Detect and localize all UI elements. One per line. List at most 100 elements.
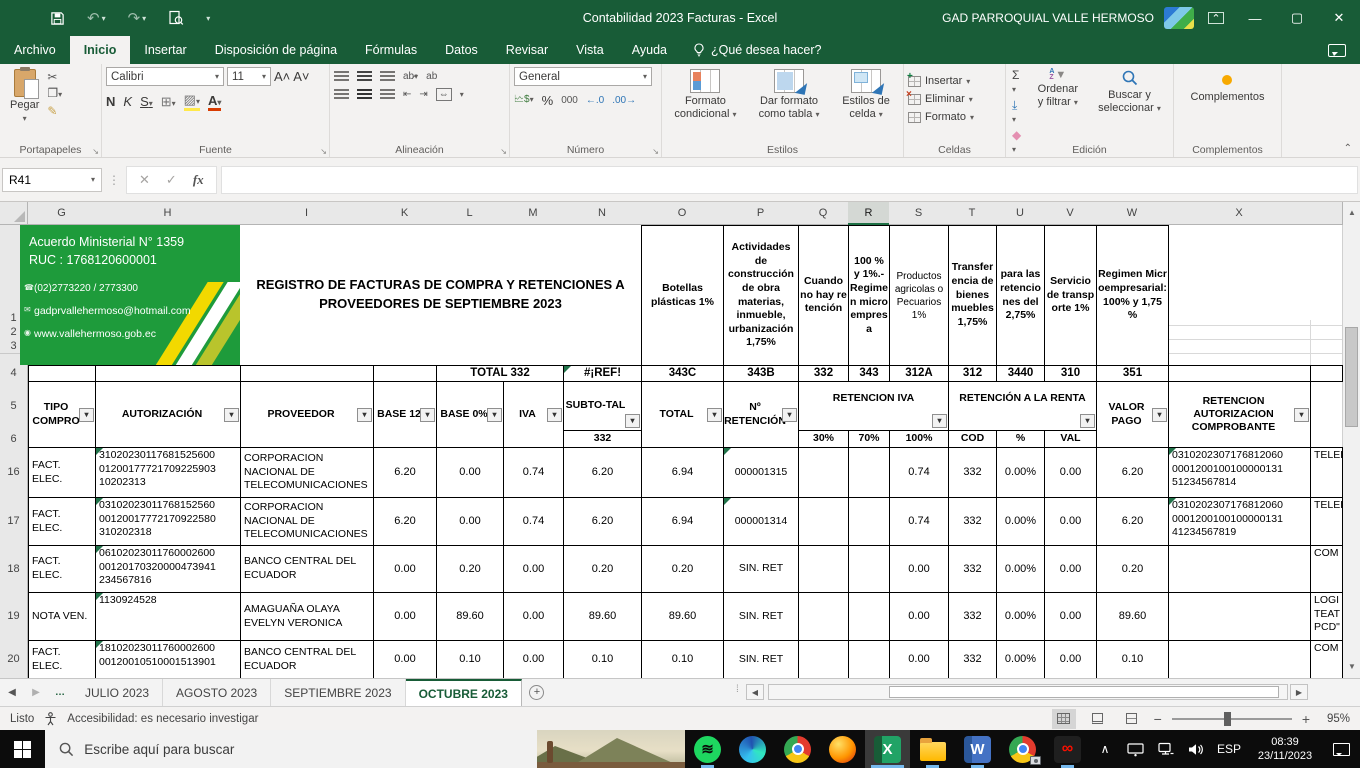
bold-button[interactable]: N bbox=[106, 94, 115, 109]
header-cell-O[interactable]: Botellas plásticas 1% bbox=[641, 225, 724, 366]
cell-N19[interactable]: 89.60 bbox=[563, 592, 642, 641]
cell-N4-ref-error[interactable]: #¡REF! bbox=[563, 365, 642, 382]
zoom-out-icon[interactable]: − bbox=[1154, 711, 1162, 727]
header-sub-pct[interactable]: % bbox=[996, 430, 1045, 448]
language-indicator[interactable]: ESP bbox=[1210, 742, 1248, 756]
cell-Q16[interactable] bbox=[798, 447, 849, 498]
cell-S4[interactable]: 312A bbox=[889, 365, 949, 382]
cell-Y4[interactable] bbox=[1310, 365, 1343, 382]
cell-L19[interactable]: 89.60 bbox=[436, 592, 504, 641]
decrease-decimal-icon[interactable]: .00→ bbox=[612, 95, 636, 106]
taskbar-edge[interactable] bbox=[730, 730, 775, 768]
header-p-label[interactable]: Nº RETENCIÓN▾ bbox=[723, 381, 799, 448]
save-icon[interactable] bbox=[50, 11, 65, 26]
header-i-label[interactable]: PROVEEDOR▾ bbox=[240, 381, 374, 448]
tell-me-search[interactable]: ¿Qué desea hacer? bbox=[681, 36, 834, 64]
tab-revisar[interactable]: Revisar bbox=[492, 36, 562, 64]
cancel-formula-icon[interactable]: ✕ bbox=[139, 172, 150, 188]
fill-color-icon[interactable]: ▨▾ bbox=[184, 92, 200, 111]
header-sub-cod[interactable]: COD bbox=[948, 430, 997, 448]
next-sheet-icon[interactable]: ▶ bbox=[24, 679, 48, 706]
cell-N20[interactable]: 0.10 bbox=[563, 640, 642, 678]
conditional-formatting-button[interactable]: Formato condicional ▾ bbox=[666, 67, 745, 141]
cell-S20[interactable]: 0.00 bbox=[889, 640, 949, 678]
horizontal-scrollbar-thumb[interactable] bbox=[889, 686, 1279, 698]
name-box[interactable]: R41▾ bbox=[2, 168, 102, 192]
header-l-filter-icon[interactable]: ▾ bbox=[487, 408, 502, 422]
cell-R19[interactable] bbox=[848, 592, 890, 641]
cell-I19[interactable]: AMAGUAÑA OLAYA EVELYN VERONICA bbox=[240, 592, 374, 641]
print-preview-icon[interactable] bbox=[168, 10, 184, 26]
grow-font-icon[interactable]: A˄ bbox=[274, 69, 290, 84]
column-header-I[interactable]: I bbox=[240, 202, 374, 225]
column-header-L[interactable]: L bbox=[436, 202, 504, 225]
taskbar-acrobat[interactable]: ∞ bbox=[1045, 730, 1090, 768]
font-size-select[interactable]: 11▾ bbox=[227, 67, 271, 86]
cell-X4[interactable] bbox=[1168, 365, 1311, 382]
tab-inicio[interactable]: Inicio bbox=[70, 36, 131, 64]
font-color-icon[interactable]: A▾ bbox=[208, 93, 221, 111]
cell-L18[interactable]: 0.20 bbox=[436, 545, 504, 593]
header-sub-100[interactable]: 100% bbox=[889, 430, 949, 448]
increase-decimal-icon[interactable]: ←.0 bbox=[586, 95, 604, 106]
cell-T17[interactable]: 332 bbox=[948, 497, 997, 546]
taskbar-excel[interactable]: X bbox=[865, 730, 910, 768]
tray-expand-icon[interactable]: ∧ bbox=[1090, 730, 1120, 768]
borders-icon[interactable]: ⊞▾ bbox=[161, 94, 176, 110]
tab-insertar[interactable]: Insertar bbox=[130, 36, 200, 64]
find-select-button[interactable]: Buscar y seleccionar ▾ bbox=[1090, 67, 1169, 156]
cell-X17[interactable]: 0310202307176812060 0001200100100000131 … bbox=[1168, 497, 1311, 546]
cell-P20[interactable]: SIN. RET bbox=[723, 640, 799, 678]
cell-I16[interactable]: CORPORACION NACIONAL DE TELECOMUNICACION… bbox=[240, 447, 374, 498]
cell-G18[interactable]: FACT. ELEC. bbox=[28, 545, 96, 593]
cell-H4[interactable] bbox=[95, 365, 241, 382]
header-m-filter-icon[interactable]: ▾ bbox=[547, 408, 562, 422]
column-header-P[interactable]: P bbox=[723, 202, 799, 225]
tab-vista[interactable]: Vista bbox=[562, 36, 618, 64]
maximize-button[interactable]: ▢ bbox=[1276, 0, 1318, 36]
column-header-W[interactable]: W bbox=[1096, 202, 1169, 225]
header-cell-P[interactable]: Actividades de construcción de obra mate… bbox=[723, 225, 799, 366]
insert-cells-button[interactable]: Insertar▾ bbox=[908, 72, 1001, 90]
zoom-level[interactable]: 95% bbox=[1320, 713, 1350, 725]
cell-R16[interactable] bbox=[848, 447, 890, 498]
percent-style-icon[interactable]: % bbox=[542, 93, 554, 108]
format-cells-button[interactable]: Formato▾ bbox=[908, 108, 1001, 126]
addins-button[interactable]: Complementos bbox=[1185, 67, 1271, 106]
select-all-corner[interactable] bbox=[0, 202, 28, 225]
cell-X18[interactable] bbox=[1168, 545, 1311, 593]
tab-formulas[interactable]: Fórmulas bbox=[351, 36, 431, 64]
cell-M19[interactable]: 0.00 bbox=[503, 592, 564, 641]
cell-I20[interactable]: BANCO CENTRAL DEL ECUADOR bbox=[240, 640, 374, 678]
column-header-X[interactable]: X bbox=[1168, 202, 1311, 225]
cell-K16[interactable]: 6.20 bbox=[373, 447, 437, 498]
cell-G20[interactable]: FACT. ELEC. bbox=[28, 640, 96, 678]
comma-style-icon[interactable]: 000 bbox=[561, 95, 578, 106]
header-sub-30[interactable]: 30% bbox=[798, 430, 849, 448]
delete-cells-button[interactable]: Eliminar▾ bbox=[908, 90, 1001, 108]
align-right-icon[interactable] bbox=[380, 89, 395, 100]
autosum-icon[interactable]: Σ ▾ bbox=[1012, 69, 1022, 96]
cell-V4[interactable]: 310 bbox=[1044, 365, 1097, 382]
cell-T4[interactable]: 312 bbox=[948, 365, 997, 382]
cast-icon[interactable] bbox=[1120, 730, 1150, 768]
cell-O16[interactable]: 6.94 bbox=[641, 447, 724, 498]
header-o-filter-icon[interactable]: ▾ bbox=[707, 408, 722, 422]
cell-M16[interactable]: 0.74 bbox=[503, 447, 564, 498]
taskbar-search-input[interactable]: Escribe aquí para buscar bbox=[45, 730, 685, 768]
header-x-filter-icon[interactable]: ▾ bbox=[1294, 408, 1309, 422]
cell-W4[interactable]: 351 bbox=[1096, 365, 1169, 382]
increase-indent-icon[interactable]: ⇥ bbox=[419, 89, 427, 100]
row-header-16[interactable]: 16 bbox=[0, 447, 28, 498]
cell-P19[interactable]: SIN. RET bbox=[723, 592, 799, 641]
row-header-20[interactable]: 20 bbox=[0, 640, 28, 678]
sheet-tab-octubre[interactable]: OCTUBRE 2023 bbox=[406, 679, 522, 706]
volume-icon[interactable] bbox=[1180, 730, 1210, 768]
cell-U17[interactable]: 0.00% bbox=[996, 497, 1045, 546]
taskbar-chrome-meet[interactable] bbox=[1000, 730, 1045, 768]
cell-Q18[interactable] bbox=[798, 545, 849, 593]
header-l-label[interactable]: BASE 0%▾ bbox=[436, 381, 504, 448]
cell-X16[interactable]: 0310202307176812060 0001200100100000131 … bbox=[1168, 447, 1311, 498]
cell-K20[interactable]: 0.00 bbox=[373, 640, 437, 678]
customize-qat-icon[interactable]: ▾ bbox=[206, 14, 210, 23]
